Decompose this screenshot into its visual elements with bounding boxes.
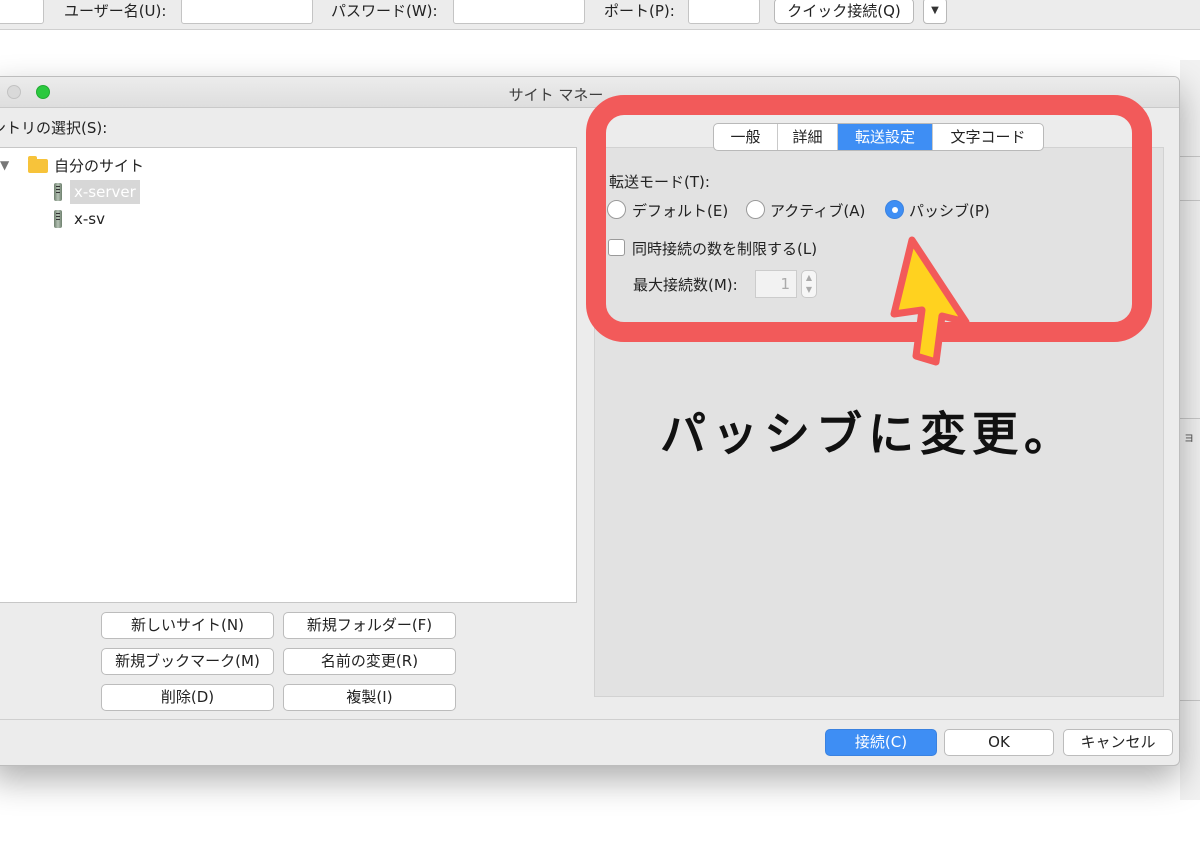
new-bookmark-button[interactable]: 新規ブックマーク(M) (101, 648, 274, 675)
disclosure-triangle-icon[interactable]: ▼ (0, 158, 9, 172)
background-divider (1180, 700, 1200, 701)
cancel-button[interactable]: キャンセル (1063, 729, 1173, 756)
background-edge-text: ョ (1183, 430, 1196, 444)
footer-divider (0, 719, 1179, 720)
host-field[interactable] (0, 0, 44, 24)
quickconnect-dropdown-icon[interactable]: ▼ (923, 0, 947, 24)
new-site-button[interactable]: 新しいサイト(N) (101, 612, 274, 639)
username-field[interactable] (181, 0, 313, 24)
background-divider (1180, 200, 1200, 201)
quickconnect-bar: ユーザー名(U): パスワード(W): ポート(P): クイック接続(Q) ▼ (0, 0, 1200, 30)
background-divider (1180, 418, 1200, 419)
pointer-arrow-icon (890, 236, 970, 366)
delete-button[interactable]: 削除(D) (101, 684, 274, 711)
folder-icon (28, 156, 48, 173)
rename-button[interactable]: 名前の変更(R) (283, 648, 456, 675)
password-field[interactable] (453, 0, 585, 24)
annotation-caption: パッシブに変更。 (660, 407, 1076, 461)
tree-site-x-sv[interactable]: x-sv (74, 207, 105, 231)
username-label: ユーザー名(U): (64, 2, 167, 20)
port-field[interactable] (688, 0, 760, 24)
entry-select-label: ントリの選択(S): (0, 119, 108, 137)
tree-folder-label[interactable]: 自分のサイト (54, 154, 144, 178)
highlight-box (586, 95, 1152, 342)
server-icon (54, 210, 62, 228)
duplicate-button[interactable]: 複製(I) (283, 684, 456, 711)
password-label: パスワード(W): (331, 2, 438, 20)
server-icon (54, 183, 62, 201)
ok-button[interactable]: OK (944, 729, 1054, 756)
background-divider (1180, 156, 1200, 157)
tree-site-x-server[interactable]: x-server (70, 180, 140, 204)
connect-button[interactable]: 接続(C) (825, 729, 937, 756)
quickconnect-button[interactable]: クイック接続(Q) (774, 0, 914, 24)
site-tree[interactable]: ▼ 自分のサイト x-server x-sv (0, 147, 577, 603)
port-label: ポート(P): (604, 2, 675, 20)
new-folder-button[interactable]: 新規フォルダー(F) (283, 612, 456, 639)
